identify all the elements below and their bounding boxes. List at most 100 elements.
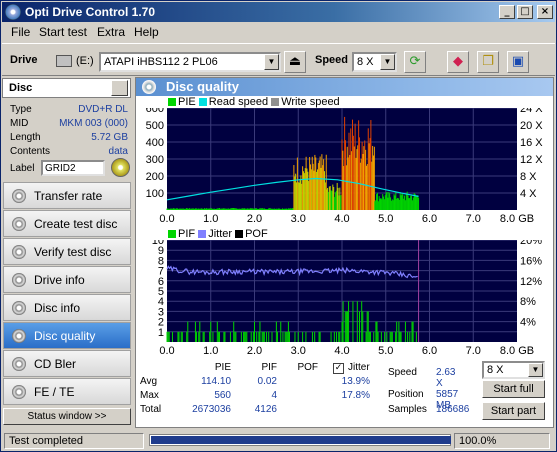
y-tick-label: 200 [146,171,164,183]
drive-letter: (E:) [76,55,94,67]
start-part-button[interactable]: Start part [482,402,545,420]
x-tick-label: 3.0 [291,345,306,357]
y-right-tick-label: 24 X [520,108,543,115]
position-label: Position [388,389,424,400]
total-pie: 2673036 [192,404,231,415]
info-value: 5.72 GB [91,132,128,143]
y-right-tick-label: 4% [520,317,536,329]
erase-button[interactable]: ◆ [447,51,469,73]
speed-select[interactable]: 8 X ▼ [352,52,397,72]
avg-pie: 114.10 [201,376,231,387]
total-pif: 4126 [254,404,277,415]
menu-bar: File Start test Extra Help [2,22,555,41]
info-value: DVD+R DL [78,104,128,115]
y-tick-label: 400 [146,137,164,149]
legend-label: Jitter [208,228,233,240]
x-tick-label: 3.0 [291,213,306,224]
test-speed-select[interactable]: 8 X ▼ [482,361,545,379]
disc-icon [12,357,26,371]
drive-select-value: ATAPI iHBS112 2 PL06 [104,56,218,68]
legend-label: PIE [178,96,196,108]
nav-create-test-disc[interactable]: Create test disc [3,210,131,237]
menu-file[interactable]: File [11,25,30,39]
nav-disc-info[interactable]: Disc info [3,294,131,321]
y-right-tick-label: 12% [520,276,542,288]
chevron-down-icon: ▼ [264,54,279,70]
nav-drive-info[interactable]: Drive info [3,266,131,293]
disc-icon [12,301,26,315]
panel-title: Disc quality [166,79,239,94]
drive-select[interactable]: ATAPI iHBS112 2 PL06 ▼ [99,52,281,72]
menu-start-test[interactable]: Start test [39,25,87,39]
label-input[interactable]: GRID2 [41,160,105,176]
start-full-button[interactable]: Start full [482,380,545,398]
disc-info-mid: MID MKM 003 (000) [10,118,130,131]
y-right-tick-label: 16 X [520,137,543,149]
disc-icon [12,273,26,287]
col-header-pof: POF [297,362,318,373]
minimize-button[interactable]: _ [499,5,515,19]
refresh-button[interactable]: ⟳ [404,51,426,73]
x-tick-label: 1.0 [203,213,218,224]
title-bar: Opti Drive Control 1.70 _ □ × [2,2,555,22]
legend-label: Read speed [208,96,269,108]
chevron-down-icon: ▼ [380,54,395,70]
menu-help[interactable]: Help [134,25,159,39]
nav-verify-test-disc[interactable]: Verify test disc [3,238,131,265]
disc-panel-title: Disc [9,82,33,94]
y-tick-label: 10 [152,240,164,247]
pif-chart: 0.0 1.0 2.0 3.0 4.0 5.0 6.0 7.0 8.0 GB1234567891… [152,240,542,357]
y-tick-label: 300 [146,154,164,166]
disc-label-button[interactable] [111,158,130,177]
samples-value: 186686 [436,404,470,415]
nav-label: CD Bler [34,357,77,371]
info-value: data [108,146,128,157]
window-title: Opti Drive Control 1.70 [25,5,156,19]
speed-stat-label: Speed [388,367,417,378]
max-pif: 4 [271,390,277,401]
nav-cd-bler[interactable]: CD Bler [3,350,131,377]
legend-swatch [235,229,244,238]
jitter-checkbox[interactable]: ✓ [333,363,344,374]
max-pie: 560 [214,390,231,401]
disc-panel-toggle-button[interactable] [111,80,128,96]
maximize-button[interactable]: □ [517,5,533,19]
x-tick-label: 7.0 [466,213,481,224]
menu-extra[interactable]: Extra [97,25,125,39]
save-icon: ▣ [511,54,525,69]
info-key: MID [10,118,29,129]
y-right-tick-label: 16% [520,255,542,267]
avg-jitter: 13.9% [341,376,370,387]
disc-info-contents: Contents data [10,146,130,159]
speed-select-value: 8 X [357,56,374,68]
y-right-tick-label: 8 X [520,171,537,183]
save-button[interactable]: ▣ [507,51,529,73]
x-tick-label: 1.0 [203,345,218,357]
nav-disc-quality[interactable]: Disc quality [3,322,131,349]
status-window-button[interactable]: Status window >> [3,408,131,425]
x-tick-label: 5.0 [378,213,393,224]
nav-transfer-rate[interactable]: Transfer rate [3,182,131,209]
legend-swatch [198,97,207,106]
progress-bar [149,434,451,446]
y-right-tick-label: 20 X [520,120,543,132]
avg-pif: 0.02 [257,376,277,387]
x-tick-label: 0.0 [159,213,174,224]
copy-button[interactable]: ❐ [477,51,499,73]
legend-swatch [168,229,176,238]
legend-pie: PIE [168,96,196,108]
x-tick-label: 0.0 [159,345,174,357]
legend-label: Write speed [281,96,340,108]
y-tick-label: 500 [146,120,164,132]
close-button[interactable]: × [537,5,553,19]
eject-button[interactable]: ⏏ [284,51,306,73]
legend-swatch [271,97,280,106]
nav-label: Disc info [34,301,81,315]
x-tick-label: 4.0 [334,213,349,224]
legend-write-speed: Write speed [271,96,340,108]
legend-pif: PIF [168,228,195,240]
disc-info-type: Type DVD+R DL [10,104,130,117]
nav-fe-te[interactable]: FE / TE [3,378,131,405]
x-tick-label: 2.0 [247,213,262,224]
drive-label: Drive [10,54,38,66]
